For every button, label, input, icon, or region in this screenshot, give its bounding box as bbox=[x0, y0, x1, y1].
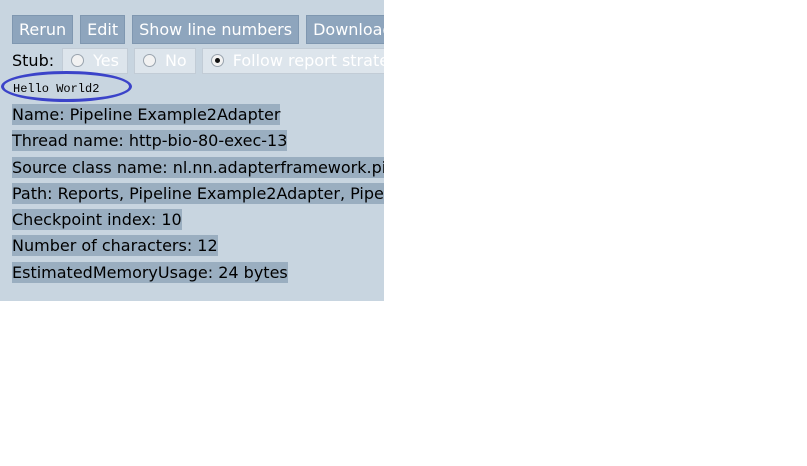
show-line-numbers-button[interactable]: Show line numbers bbox=[132, 15, 300, 44]
stub-option-follow-report-strategy[interactable]: Follow report strategy bbox=[201, 48, 384, 74]
info-name: Name: Pipeline Example2Adapter bbox=[12, 104, 281, 125]
info-thread-name: Thread name: http-bio-80-exec-13 bbox=[12, 130, 288, 152]
checkpoint-detail-panel: RerunEditShow line numbersDownload Stub:… bbox=[0, 0, 384, 301]
stub-label: Stub: bbox=[12, 51, 55, 70]
radio-unchecked-icon[interactable] bbox=[142, 54, 156, 67]
annotation-ellipse bbox=[1, 71, 132, 102]
download-button[interactable]: Download bbox=[306, 15, 384, 44]
toolbar: RerunEditShow line numbersDownload bbox=[12, 15, 384, 44]
checkpoint-info: Name: Pipeline Example2Adapter Thread na… bbox=[12, 104, 384, 288]
edit-button[interactable]: Edit bbox=[80, 15, 126, 44]
info-checkpoint-index: Checkpoint index: 10 bbox=[12, 209, 182, 231]
stub-option-no-label: No bbox=[164, 51, 187, 70]
radio-checked-icon[interactable] bbox=[210, 54, 224, 67]
radio-unchecked-icon[interactable] bbox=[71, 54, 85, 67]
rerun-button[interactable]: Rerun bbox=[12, 15, 74, 44]
info-source-class-name: Source class name: nl.nn.adapterframewor… bbox=[12, 156, 384, 178]
info-number-of-characters: Number of characters: 12 bbox=[12, 235, 218, 257]
info-path: Path: Reports, Pipeline Example2Adapter,… bbox=[12, 182, 384, 204]
stub-option-yes-label: Yes bbox=[93, 51, 119, 70]
stub-option-follow-label: Follow report strategy bbox=[232, 51, 384, 70]
info-estimated-memory-usage: EstimatedMemoryUsage: 24 bytes bbox=[12, 261, 288, 283]
stub-option-no[interactable]: No bbox=[133, 48, 196, 74]
